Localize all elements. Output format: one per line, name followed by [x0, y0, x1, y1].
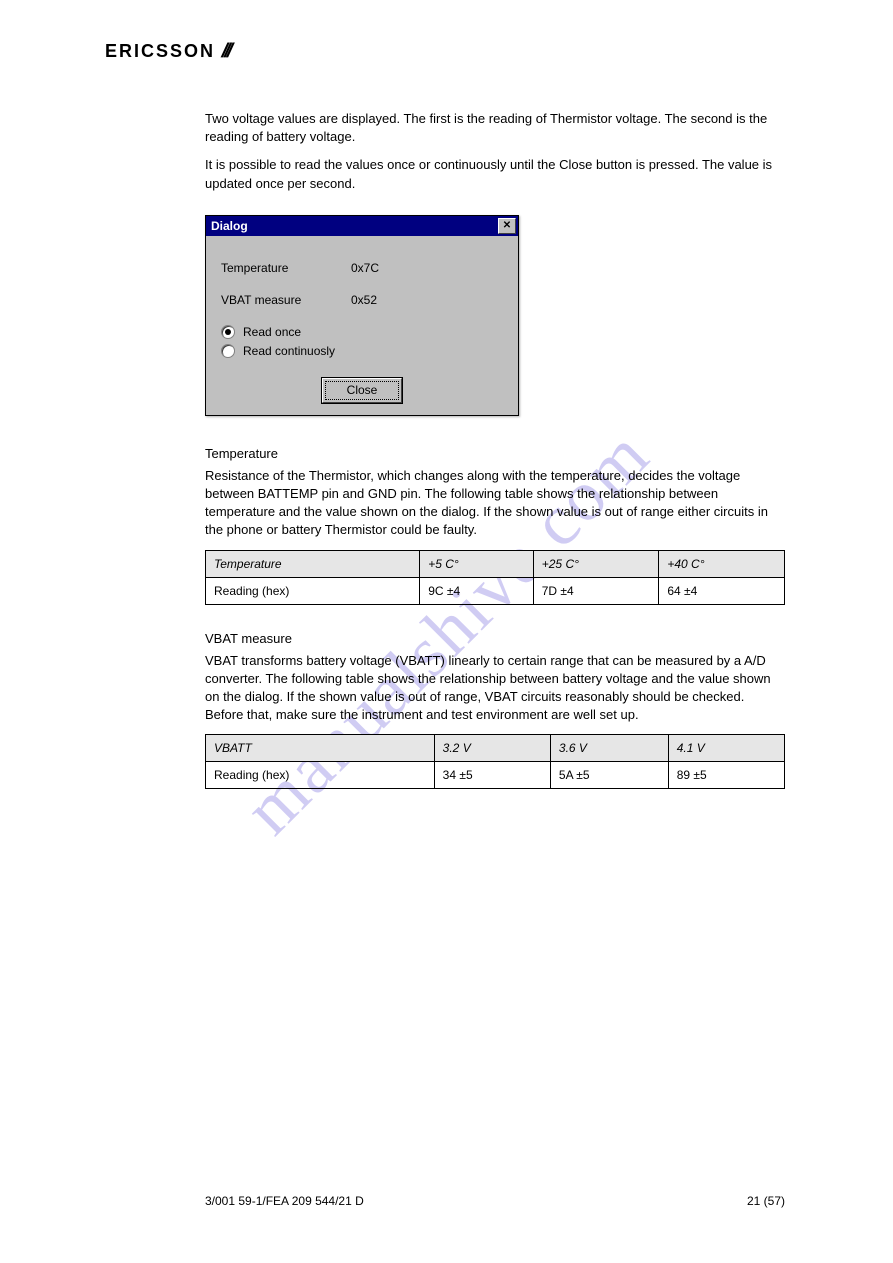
dialog-label: VBAT measure: [221, 293, 351, 307]
radio-label: Read once: [243, 325, 301, 339]
footer-left: 3/001 59-1/FEA 209 544/21 D: [205, 1194, 364, 1208]
section-text-vbat: VBAT transforms battery voltage (VBATT) …: [205, 652, 785, 725]
dialog-row-vbat: VBAT measure 0x52: [221, 293, 503, 307]
table-cell: Reading (hex): [206, 762, 435, 789]
temperature-table: Temperature +5 C° +25 C° +40 C° Reading …: [205, 550, 785, 605]
table-row: Reading (hex) 34 ±5 5A ±5 89 ±5: [206, 762, 785, 789]
radio-icon: [221, 325, 235, 339]
dialog-title: Dialog: [211, 219, 248, 233]
table-cell: 7D ±4: [533, 577, 659, 604]
dialog-window: Dialog ✕ Temperature 0x7C VBAT measure 0…: [205, 215, 519, 416]
close-button[interactable]: Close: [322, 378, 402, 403]
radio-icon: [221, 344, 235, 358]
brand-logo: ERICSSON ///: [105, 40, 230, 63]
table-row: VBATT 3.2 V 3.6 V 4.1 V: [206, 735, 785, 762]
section-text-temperature: Resistance of the Thermistor, which chan…: [205, 467, 785, 540]
dialog-row-temperature: Temperature 0x7C: [221, 261, 503, 275]
table-header: +5 C°: [420, 550, 534, 577]
main-content: Two voltage values are displayed. The fi…: [205, 110, 785, 815]
table-cell: 89 ±5: [668, 762, 784, 789]
table-header: +40 C°: [659, 550, 785, 577]
intro-line-2: It is possible to read the values once o…: [205, 156, 785, 192]
table-header: +25 C°: [533, 550, 659, 577]
dialog-titlebar: Dialog ✕: [206, 216, 518, 236]
table-header: 3.2 V: [434, 735, 550, 762]
table-header: VBATT: [206, 735, 435, 762]
table-cell: 64 ±4: [659, 577, 785, 604]
page-footer: 3/001 59-1/FEA 209 544/21 D 21 (57): [205, 1194, 785, 1208]
table-row: Temperature +5 C° +25 C° +40 C°: [206, 550, 785, 577]
section-heading-temperature: Temperature: [205, 446, 785, 461]
table-cell: 9C ±4: [420, 577, 534, 604]
dialog-value: 0x52: [351, 293, 377, 307]
dialog-body: Temperature 0x7C VBAT measure 0x52 Read …: [206, 236, 518, 415]
footer-right: 21 (57): [747, 1194, 785, 1208]
radio-read-once[interactable]: Read once: [221, 325, 503, 339]
close-icon[interactable]: ✕: [498, 218, 516, 234]
intro-line-1: Two voltage values are displayed. The fi…: [205, 110, 785, 146]
dialog-button-row: Close: [221, 378, 503, 403]
table-header: Temperature: [206, 550, 420, 577]
radio-label: Read continuosly: [243, 344, 335, 358]
brand-text: ERICSSON: [105, 41, 215, 62]
table-header: 3.6 V: [550, 735, 668, 762]
radio-read-continuously[interactable]: Read continuosly: [221, 344, 503, 358]
table-header: 4.1 V: [668, 735, 784, 762]
table-row: Reading (hex) 9C ±4 7D ±4 64 ±4: [206, 577, 785, 604]
dialog-value: 0x7C: [351, 261, 379, 275]
section-heading-vbat: VBAT measure: [205, 631, 785, 646]
table-cell: Reading (hex): [206, 577, 420, 604]
brand-stripes-icon: ///: [219, 40, 233, 63]
dialog-label: Temperature: [221, 261, 351, 275]
table-cell: 34 ±5: [434, 762, 550, 789]
vbat-table: VBATT 3.2 V 3.6 V 4.1 V Reading (hex) 34…: [205, 734, 785, 789]
table-cell: 5A ±5: [550, 762, 668, 789]
